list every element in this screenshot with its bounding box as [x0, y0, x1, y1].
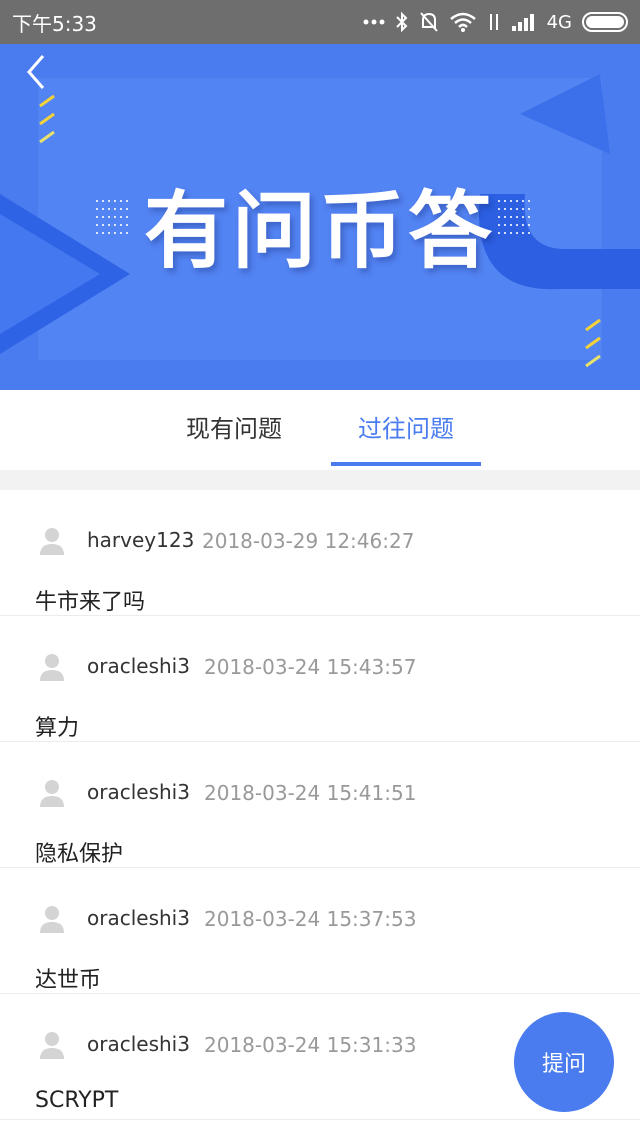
list-item[interactable]: oracleshi3 2018-03-24 15:41:51 隐私保护	[0, 742, 640, 868]
back-button[interactable]	[14, 52, 58, 96]
question-text: SCRYPT	[35, 1088, 119, 1113]
avatar-icon	[38, 904, 66, 934]
signal-icon	[511, 12, 537, 32]
tab-past-questions[interactable]: 过往问题	[331, 390, 481, 470]
question-time: 2018-03-24 15:43:57	[204, 655, 417, 679]
avatar-icon	[38, 1030, 66, 1060]
tab-bar: 现有问题 过往问题	[0, 390, 640, 470]
question-time: 2018-03-29 12:46:27	[202, 529, 415, 553]
battery-icon	[582, 12, 628, 32]
tab-current-questions[interactable]: 现有问题	[159, 390, 309, 470]
wifi-icon	[449, 12, 477, 32]
question-time: 2018-03-24 15:37:53	[204, 907, 417, 931]
avatar-icon	[38, 526, 66, 556]
question-author: oracleshi3	[87, 1032, 190, 1056]
question-text: 算力	[35, 716, 80, 741]
question-text: 牛市来了吗	[35, 590, 146, 615]
question-time: 2018-03-24 15:41:51	[204, 781, 417, 805]
network-type: 4G	[546, 11, 572, 33]
banner-title: 有问币答	[143, 182, 496, 280]
mute-bell-icon	[419, 11, 439, 33]
question-author: oracleshi3	[87, 654, 190, 678]
question-text: 达世币	[35, 968, 102, 993]
avatar-icon	[38, 778, 66, 808]
hero-banner: 有问币答	[0, 44, 640, 390]
list-item[interactable]: oracleshi3 2018-03-24 15:43:57 算力	[0, 616, 640, 742]
question-text: 隐私保护	[35, 842, 124, 867]
question-author: oracleshi3	[87, 906, 190, 930]
question-time: 2018-03-24 15:31:33	[204, 1033, 417, 1057]
data-arrows-icon	[487, 12, 501, 32]
status-bar: 下午5:33 4G	[0, 0, 640, 44]
section-divider	[0, 470, 640, 490]
question-author: harvey123	[87, 528, 195, 552]
bluetooth-icon	[395, 11, 409, 33]
list-item[interactable]: harvey123 2018-03-29 12:46:27 牛市来了吗	[0, 490, 640, 616]
more-dots-icon	[363, 18, 385, 26]
question-author: oracleshi3	[87, 780, 190, 804]
list-item[interactable]: oracleshi3 2018-03-24 15:37:53 达世币	[0, 868, 640, 994]
chevron-left-icon	[25, 54, 47, 94]
status-time: 下午5:33	[12, 11, 97, 36]
avatar-icon	[38, 652, 66, 682]
ask-question-button[interactable]: 提问	[514, 1012, 614, 1112]
status-icons: 4G	[363, 11, 628, 33]
